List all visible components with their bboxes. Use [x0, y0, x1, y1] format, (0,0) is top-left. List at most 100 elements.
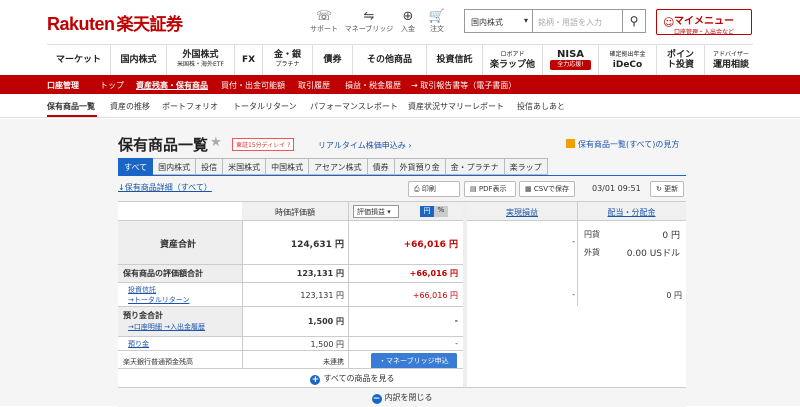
grid-line — [118, 368, 463, 369]
grid-line — [577, 202, 578, 306]
rakuten-logo[interactable]: Rakuten 楽天証券 — [47, 10, 183, 35]
subnav-holdings-list[interactable]: 保有商品一覧 — [47, 101, 95, 112]
total-return-link[interactable]: →トータルリターン — [128, 295, 190, 305]
bridge-icon: ⇋ — [363, 9, 375, 24]
grid-line — [118, 306, 463, 307]
moneybridge-link[interactable]: ⇋ マネーブリッジ — [344, 10, 394, 34]
tab-bonds[interactable]: 債券 — [367, 158, 395, 175]
col-realized[interactable]: 実現損益 — [467, 202, 577, 220]
nav-gold-silver[interactable]: 金・銀 プラチナ — [263, 45, 313, 75]
nav-advisor[interactable]: アドバイザー 運用相談 — [705, 45, 757, 75]
help-guide-link[interactable]: 保有商品一覧(すべて)の見方 — [566, 139, 679, 150]
nav-robo-advisor[interactable]: ロボアド 楽ラップ他 — [483, 45, 543, 75]
total-pl: +66,016 円 — [403, 240, 458, 250]
pl-select[interactable]: 評価損益 ▾ — [353, 205, 399, 218]
nav-other-products[interactable]: その他商品 — [353, 45, 427, 75]
mymenu-button[interactable]: ☺ マイメニュー 口座管理・入出金など — [656, 9, 752, 36]
tab-domestic-stocks[interactable]: 国内株式 — [153, 158, 197, 175]
order-link[interactable]: 🛒 注文 — [424, 10, 450, 34]
col-dividend[interactable]: 配当・分配金 — [577, 202, 686, 220]
realtime-quote-link[interactable]: リアルタイム株価申込み › — [318, 140, 412, 151]
plus-icon: + — [310, 375, 321, 385]
fund-link[interactable]: 投資信託 — [128, 285, 156, 295]
nav-bonds[interactable]: 債券 — [313, 45, 353, 75]
subnav-fund-footprint[interactable]: 投信あしあと — [517, 101, 565, 112]
tab-asean-stocks[interactable]: アセアン株式 — [309, 158, 368, 175]
tab-all[interactable]: すべて — [118, 158, 154, 175]
sub-nav: 保有商品一覧 資産の推移 ポートフォリオ トータルリターン パフォーマンスレポー… — [0, 94, 800, 118]
unit-yen-toggle[interactable]: 円 — [420, 206, 434, 217]
deposit-link[interactable]: ⊕ 入金 — [396, 10, 420, 34]
support-link[interactable]: ☏ サポート — [304, 10, 344, 34]
delay-badge[interactable]: 東証15分ディレイ ? — [232, 138, 295, 151]
favorite-star-icon[interactable]: ★ — [210, 135, 222, 150]
col-pl-header: 評価損益 ▾ 円 % — [348, 202, 463, 220]
nav-investment-trusts[interactable]: 投資信託 — [427, 45, 483, 75]
grid-line — [118, 282, 463, 283]
redbar-trade-history[interactable]: 取引履歴 — [298, 80, 330, 91]
nav-domestic-stocks[interactable]: 国内株式 — [111, 45, 167, 75]
holdings-detail-link[interactable]: ↓保有商品詳細（すべて） — [118, 182, 212, 193]
pdf-button[interactable]: ▤ PDF表示 — [464, 181, 516, 197]
search-icon: ⚲ — [629, 14, 639, 28]
tab-investment-trusts[interactable]: 投信 — [196, 158, 224, 175]
user-icon: ☺ — [663, 16, 675, 29]
account-management-label: 口座管理 — [47, 81, 79, 90]
holdings-value: 123,131 円 — [296, 269, 344, 278]
grid-line — [118, 350, 463, 351]
total-value: 124,631 円 — [290, 240, 344, 250]
total-realized: - — [572, 237, 575, 246]
tab-china-stocks[interactable]: 中国株式 — [266, 158, 310, 175]
nav-nisa[interactable]: NISA 全力応援! — [543, 45, 599, 75]
deposit-links[interactable]: →口座明細 →入出金履歴 — [128, 322, 205, 332]
subnav-performance-report[interactable]: パフォーマンスレポート — [310, 101, 398, 112]
redbar-top[interactable]: トップ — [100, 80, 124, 91]
refresh-button[interactable]: ↻ 更新 — [650, 181, 685, 197]
show-all-products-button[interactable]: + すべての商品を見る — [242, 373, 463, 385]
tab-rakuwrap[interactable]: 楽ラップ — [504, 158, 548, 175]
redbar-trade-reports[interactable]: → 取引報告書等（電子書面） — [411, 80, 516, 91]
nav-foreign-stocks[interactable]: 外国株式 米国株・海外ETF — [167, 45, 235, 75]
nav-market[interactable]: マーケット — [47, 45, 111, 75]
close-detail-button[interactable]: − 内訳を閉じる — [118, 392, 686, 404]
chevron-right-icon: › — [408, 141, 412, 150]
subnav-asset-summary-report[interactable]: 資産状況サマリーレポート — [408, 101, 504, 112]
redbar-assets-holdings[interactable]: 資産残高・保有商品 — [136, 80, 208, 91]
product-tabs: すべて 国内株式 投信 米国株式 中国株式 アセアン株式 債券 外貨預り金 金・… — [118, 158, 548, 175]
moneybridge-apply-button[interactable]: ・マネーブリッジ申込 — [371, 353, 457, 369]
main-nav: マーケット 国内株式 外国株式 米国株・海外ETF FX 金・銀 プラチナ 債券 そ… — [47, 44, 753, 75]
subnav-asset-history[interactable]: 資産の推移 — [110, 101, 150, 112]
refresh-icon: ↻ — [656, 185, 662, 193]
market-select[interactable]: 国内株式 ▾ — [464, 9, 532, 33]
grid-line — [348, 202, 349, 368]
unit-pct-toggle[interactable]: % — [434, 206, 448, 217]
azukari-pl: - — [455, 339, 458, 348]
tab-gold-platinum[interactable]: 金・プラチナ — [445, 158, 505, 175]
col-valuation: 時価評価額 — [242, 202, 348, 220]
subnav-portfolio[interactable]: ポートフォリオ — [162, 101, 218, 112]
csv-button[interactable]: ▦ CSVで保存 — [519, 181, 575, 197]
nav-ideco[interactable]: 確定拠出年金 iDeCo — [599, 45, 657, 75]
grid-line — [118, 387, 686, 388]
tab-us-stocks[interactable]: 米国株式 — [223, 158, 267, 175]
total-label: 資産合計 — [160, 240, 197, 250]
bank-label: 楽天銀行普通預金残高 — [123, 358, 193, 366]
grid-line — [118, 220, 686, 221]
fund-value: 123,131 円 — [300, 291, 344, 300]
help-icon: ? — [287, 142, 291, 149]
nav-point-investment[interactable]: ポイント投資 — [657, 45, 705, 75]
search-button[interactable]: ⚲ — [622, 9, 646, 33]
guide-icon — [566, 139, 575, 148]
tab-foreign-deposits[interactable]: 外貨預り金 — [394, 158, 446, 175]
subnav-total-return[interactable]: トータルリターン — [233, 101, 297, 112]
azukari-link[interactable]: 預り金 — [128, 339, 149, 349]
print-button[interactable]: ⎙ 印刷 — [408, 181, 460, 197]
holdings-pl: +66,016 円 — [409, 269, 458, 278]
holdings-table: 時価評価額 評価損益 ▾ 円 % 実現損益 配当・分配金 資産合計 124,63… — [118, 201, 686, 407]
redbar-pl-tax-history[interactable]: 損益・税金履歴 — [345, 80, 401, 91]
updated-timestamp: 03/01 09:51 — [592, 184, 641, 193]
fund-pl: +66,016 円 — [412, 291, 458, 300]
nav-fx[interactable]: FX — [235, 45, 263, 75]
search-input[interactable]: 銘柄・用語を入力 — [532, 9, 622, 33]
redbar-buying-power[interactable]: 買付・出金可能額 — [221, 80, 285, 91]
